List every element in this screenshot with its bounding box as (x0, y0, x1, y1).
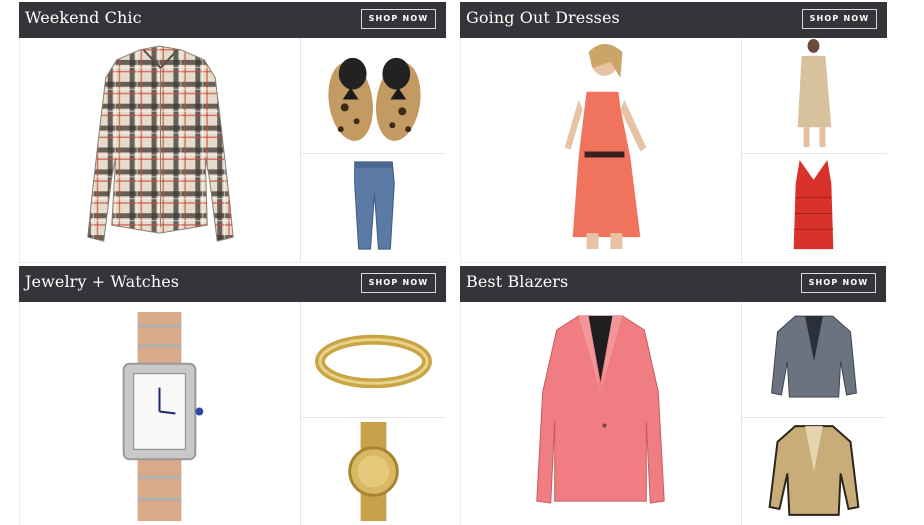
panel-best-blazers: Best Blazers SHOP NOW (460, 266, 886, 525)
panel-title: Weekend Chic (25, 8, 142, 27)
panel-jewelry-watches: Jewelry + Watches SHOP NOW (19, 266, 446, 525)
panel-header: Jewelry + Watches SHOP NOW (19, 266, 446, 302)
two-tone-watch-image[interactable] (19, 302, 300, 525)
gold-bangle-image[interactable] (300, 302, 446, 418)
shop-now-button[interactable]: SHOP NOW (801, 273, 876, 293)
shop-now-button[interactable]: SHOP NOW (361, 273, 436, 293)
leopard-loafers-image[interactable] (300, 38, 446, 154)
panel-header: Weekend Chic SHOP NOW (19, 2, 446, 38)
tweed-jacket-image[interactable] (741, 302, 886, 418)
tan-blazer-image[interactable] (741, 418, 886, 525)
jeans-image[interactable] (300, 154, 446, 263)
panel-title: Best Blazers (466, 272, 569, 291)
panel-weekend-chic: Weekend Chic SHOP NOW (19, 2, 446, 263)
gold-watch-image[interactable] (300, 418, 446, 525)
panel-going-out-dresses: Going Out Dresses SHOP NOW (460, 2, 887, 263)
coral-dress-model-image[interactable] (460, 38, 741, 263)
panel-header: Going Out Dresses SHOP NOW (460, 2, 887, 38)
beige-lace-dress-image[interactable] (741, 38, 887, 154)
shop-now-button[interactable]: SHOP NOW (802, 9, 877, 29)
shop-now-button[interactable]: SHOP NOW (361, 9, 436, 29)
panel-title: Jewelry + Watches (25, 272, 180, 291)
panel-header: Best Blazers SHOP NOW (460, 266, 886, 302)
plaid-shirt-image[interactable] (19, 38, 300, 263)
red-bandage-dress-image[interactable] (741, 154, 887, 263)
pink-blazer-image[interactable] (460, 302, 741, 525)
panel-title: Going Out Dresses (466, 8, 620, 27)
